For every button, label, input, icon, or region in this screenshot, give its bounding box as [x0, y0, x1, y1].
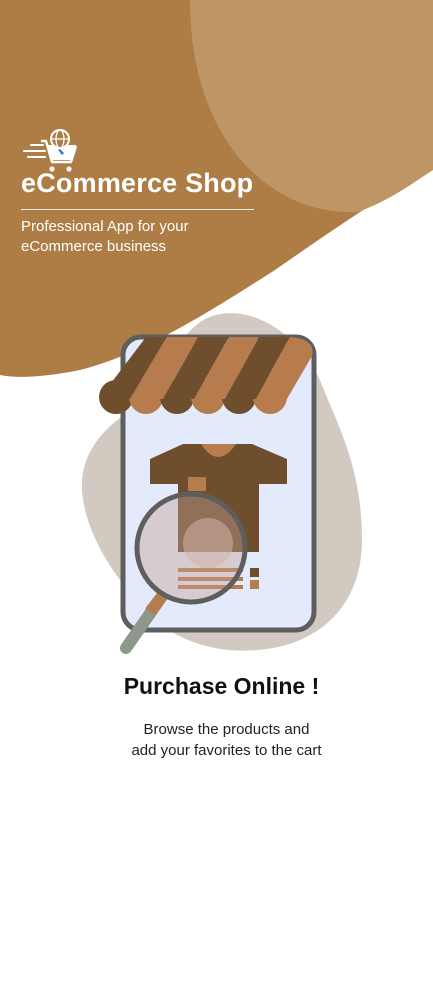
app-subtitle: Professional App for your eCommerce busi… [21, 217, 241, 257]
app-header: eCommerce Shop Professional App for your… [21, 128, 261, 255]
onboarding-title: Purchase Online ! [123, 673, 320, 699]
storefront-phone-search-illustration [81, 313, 363, 654]
app-title: eCommerce Shop [21, 168, 254, 198]
app-subtitle-line-1: Professional App for your [21, 218, 189, 235]
onboarding-screen: eCommerce Shop Professional App for your… [0, 0, 433, 1000]
onboarding-description-line-2: add your favorites to the cart [131, 742, 322, 759]
title-divider [21, 209, 254, 210]
onboarding-description: Browse the products and add your favorit… [0, 719, 433, 761]
onboarding-description-line-1: Browse the products and [143, 721, 310, 738]
app-subtitle-line-2: eCommerce business [21, 238, 167, 255]
